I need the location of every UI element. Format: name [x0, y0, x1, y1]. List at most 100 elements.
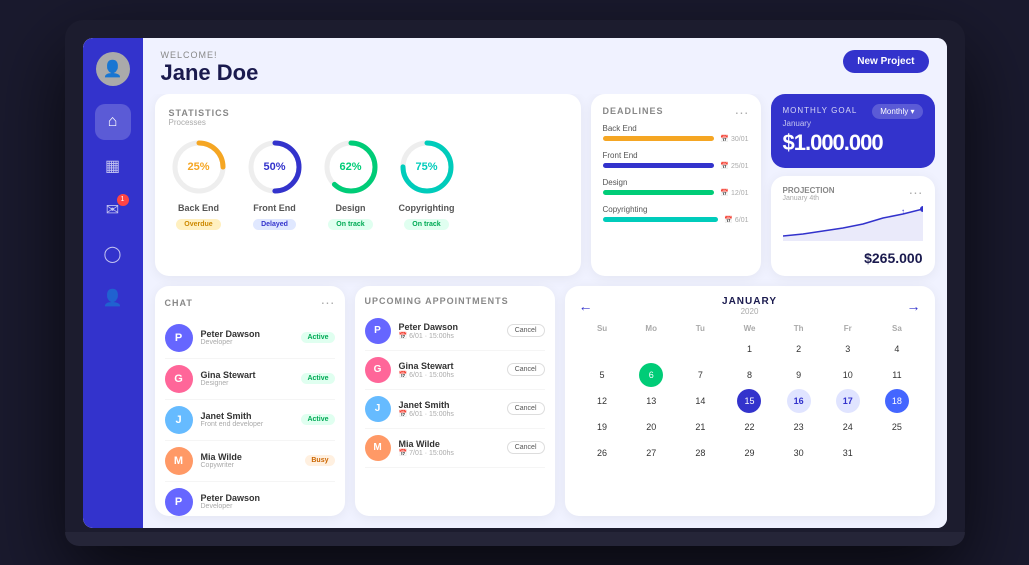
chat-list: P Peter Dawson Developer Active G Gina S… — [165, 318, 335, 516]
deadlines-menu[interactable]: ··· — [735, 104, 749, 120]
chat-name: Janet Smith — [201, 411, 294, 421]
deadline-item: Design 📅 12/01 — [603, 178, 749, 197]
cancel-appointment-button[interactable]: Cancel — [507, 441, 545, 454]
calendar-day[interactable]: 2 — [787, 337, 811, 361]
laptop-screen: 👤 ⌂ ▦ ✉ 1 ◯ 👤 WELCOME! Jane Doe New Proj… — [83, 38, 947, 528]
appointments-list: P Peter Dawson 📅 6/01 · 15:00hs Cancel G… — [365, 312, 545, 468]
chat-item[interactable]: M Mia Wilde Copywriter Busy — [165, 441, 335, 482]
donut-chart: 25% — [169, 137, 229, 197]
chat-info: Peter Dawson Developer — [201, 329, 294, 346]
statistics-subtitle: Processes — [169, 118, 230, 127]
chat-item[interactable]: J Janet Smith Front end developer Active — [165, 400, 335, 441]
chat-menu[interactable]: ··· — [321, 294, 335, 310]
donut-percent: 50% — [263, 161, 285, 173]
statistics-card: STATISTICS Processes 25% Back End Overdu… — [155, 94, 581, 276]
left-column: STATISTICS Processes 25% Back End Overdu… — [155, 94, 935, 516]
donut-percent: 75% — [415, 161, 437, 173]
calendar-day[interactable]: 19 — [590, 415, 614, 439]
calendar-day[interactable]: 15 — [737, 389, 761, 413]
calendar-day[interactable]: 9 — [787, 363, 811, 387]
calendar-day[interactable]: 6 — [639, 363, 663, 387]
new-project-button[interactable]: New Project — [843, 50, 928, 73]
laptop-shell: 👤 ⌂ ▦ ✉ 1 ◯ 👤 WELCOME! Jane Doe New Proj… — [65, 20, 965, 546]
calendar-day[interactable]: 5 — [590, 363, 614, 387]
calendar-day[interactable]: 8 — [737, 363, 761, 387]
calendar-day[interactable]: 29 — [737, 441, 761, 465]
sidebar-icon-home[interactable]: ⌂ — [95, 104, 131, 140]
calendar-year: 2020 — [722, 307, 777, 316]
appointment-item: G Gina Stewart 📅 6/01 · 15:00hs Cancel — [365, 351, 545, 390]
calendar-day[interactable]: 11 — [885, 363, 909, 387]
chat-item[interactable]: P Peter Dawson Developer — [165, 482, 335, 516]
calendar-day[interactable]: 28 — [688, 441, 712, 465]
calendar-day[interactable]: 1 — [737, 337, 761, 361]
calendar-day[interactable]: 30 — [787, 441, 811, 465]
statistics-row: 25% Back End Overdue 50% Front End Delay… — [169, 137, 567, 230]
chat-status-badge: Active — [301, 373, 334, 384]
appointment-name: Peter Dawson — [399, 322, 499, 332]
calendar-day[interactable]: 16 — [787, 389, 811, 413]
calendar-next-button[interactable]: → — [907, 298, 921, 314]
mail-badge: 1 — [117, 194, 129, 206]
donut-percent: 25% — [187, 161, 209, 173]
calendar-day[interactable]: 10 — [836, 363, 860, 387]
chat-role: Developer — [201, 339, 294, 346]
calendar-day[interactable]: 22 — [737, 415, 761, 439]
calendar-day[interactable]: 23 — [787, 415, 811, 439]
chat-item[interactable]: P Peter Dawson Developer Active — [165, 318, 335, 359]
calendar-day[interactable]: 26 — [590, 441, 614, 465]
chat-status-badge: Busy — [305, 455, 334, 466]
sidebar-icon-calendar[interactable]: ▦ — [95, 148, 131, 184]
deadlines-title: Deadlines — [603, 106, 749, 116]
calendar-day[interactable]: 4 — [885, 337, 909, 361]
calendar-day[interactable]: 12 — [590, 389, 614, 413]
appointment-time: 📅 6/01 · 15:00hs — [399, 332, 499, 340]
chat-info: Mia Wilde Copywriter — [201, 452, 298, 469]
donut-chart: 62% — [321, 137, 381, 197]
calendar-day[interactable]: 20 — [639, 415, 663, 439]
stat-badge: On track — [404, 219, 448, 230]
calendar-day[interactable]: 21 — [688, 415, 712, 439]
deadline-date: 📅 12/01 — [720, 189, 748, 197]
chat-item[interactable]: G Gina Stewart Designer Active — [165, 359, 335, 400]
stat-label: Front End — [253, 203, 296, 213]
calendar-day-header: Sa — [873, 322, 920, 335]
chat-avatar: P — [165, 488, 193, 516]
chat-avatar: M — [165, 447, 193, 475]
calendar-day[interactable]: 17 — [836, 389, 860, 413]
chat-title: CHAT — [165, 298, 193, 308]
projection-menu[interactable]: ··· — [909, 184, 923, 206]
calendar-day[interactable]: 3 — [836, 337, 860, 361]
calendar-prev-button[interactable]: ← — [579, 298, 593, 314]
projection-amount: $265.000 — [783, 250, 923, 266]
monthly-filter-button[interactable]: Monthly ▾ — [872, 104, 922, 119]
projection-label: PROJECTION — [783, 186, 835, 195]
appointment-time: 📅 6/01 · 15:00hs — [399, 410, 499, 418]
sidebar-icon-mail[interactable]: ✉ 1 — [95, 192, 131, 228]
sidebar: 👤 ⌂ ▦ ✉ 1 ◯ 👤 — [83, 38, 143, 528]
appointment-item: P Peter Dawson 📅 6/01 · 15:00hs Cancel — [365, 312, 545, 351]
appointment-time: 📅 7/01 · 15:00hs — [399, 449, 499, 457]
calendar-day[interactable]: 27 — [639, 441, 663, 465]
chat-status-badge: Active — [301, 414, 334, 425]
projection-chart: ↑ — [783, 206, 923, 241]
chat-card: CHAT ··· P Peter Dawson Developer Active… — [155, 286, 345, 516]
calendar-day[interactable]: 7 — [688, 363, 712, 387]
bottom-row: CHAT ··· P Peter Dawson Developer Active… — [155, 286, 935, 516]
calendar-day[interactable]: 24 — [836, 415, 860, 439]
deadline-bar — [603, 190, 715, 195]
calendar-day[interactable]: 25 — [885, 415, 909, 439]
calendar-day[interactable]: 31 — [836, 441, 860, 465]
deadline-bar — [603, 163, 715, 168]
svg-text:↑: ↑ — [901, 207, 905, 216]
calendar-day[interactable]: 18 — [885, 389, 909, 413]
cancel-appointment-button[interactable]: Cancel — [507, 324, 545, 337]
cancel-appointment-button[interactable]: Cancel — [507, 402, 545, 415]
dashboard-body: STATISTICS Processes 25% Back End Overdu… — [143, 94, 947, 528]
calendar-day[interactable]: 13 — [639, 389, 663, 413]
cancel-appointment-button[interactable]: Cancel — [507, 363, 545, 376]
sidebar-icon-chat[interactable]: ◯ — [95, 236, 131, 272]
sidebar-icon-user[interactable]: 👤 — [95, 280, 131, 316]
calendar-day[interactable]: 14 — [688, 389, 712, 413]
welcome-text: WELCOME! — [161, 50, 259, 60]
